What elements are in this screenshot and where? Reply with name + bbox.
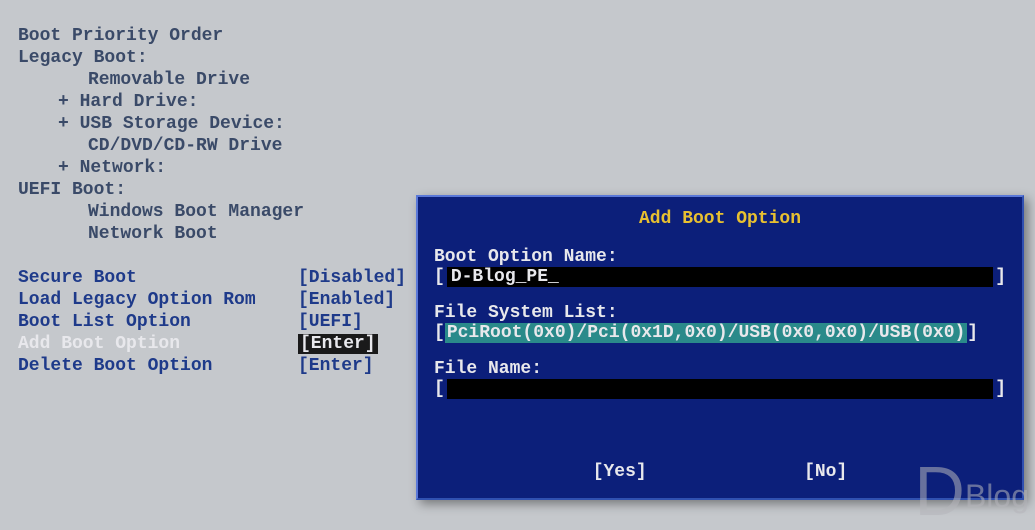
no-button[interactable]: [No] (804, 462, 847, 482)
boot-option-name-label: Boot Option Name: (434, 247, 1006, 267)
legacy-boot-label: Legacy Boot: (18, 47, 1025, 69)
bracket-open: [ (434, 323, 445, 343)
bracket-close: ] (995, 379, 1006, 399)
add-boot-option-dialog: Add Boot Option Boot Option Name: [ D-Bl… (416, 195, 1024, 500)
legacy-item-harddrive[interactable]: + Hard Drive: (18, 91, 1025, 113)
legacy-item-network[interactable]: + Network: (18, 157, 1025, 179)
yes-button[interactable]: [Yes] (593, 462, 647, 482)
bracket-open: [ (434, 267, 445, 287)
file-name-label: File Name: (434, 359, 1006, 379)
bracket-open: [ (434, 379, 445, 399)
file-system-list-label: File System List: (434, 303, 1006, 323)
boot-option-name-input[interactable]: D-Blog_PE_ (447, 267, 993, 287)
bracket-close: ] (995, 267, 1006, 287)
legacy-item-cddvd[interactable]: CD/DVD/CD-RW Drive (18, 135, 1025, 157)
file-name-input[interactable] (447, 379, 993, 399)
file-system-list-value[interactable]: PciRoot(0x0)/Pci(0x1D,0x0)/USB(0x0,0x0)/… (445, 323, 967, 343)
dialog-title: Add Boot Option (434, 209, 1006, 229)
legacy-item-usb[interactable]: + USB Storage Device: (18, 113, 1025, 135)
legacy-item-removable[interactable]: Removable Drive (18, 69, 1025, 91)
boot-priority-header: Boot Priority Order (18, 25, 1025, 47)
bracket-close: ] (967, 323, 978, 343)
